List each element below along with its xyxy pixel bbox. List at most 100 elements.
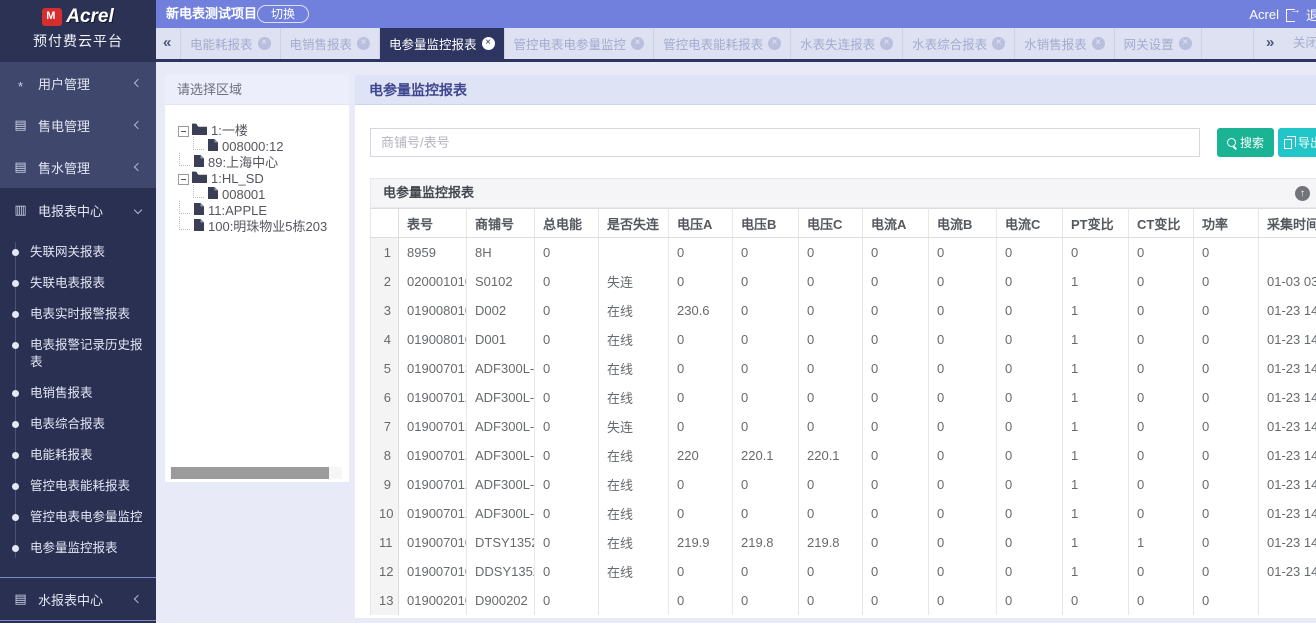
tab-close-icon[interactable]: × <box>258 37 271 50</box>
tree-collapse-expander-icon[interactable] <box>178 174 189 185</box>
table-cell: 230.6 <box>669 296 733 325</box>
sidebar-subitem[interactable]: 电参量监控报表 <box>0 533 156 564</box>
tab-item[interactable]: 电能耗报表× <box>180 28 281 59</box>
tree-node-label[interactable]: 008001 <box>222 187 265 203</box>
table-row[interactable]: 189598H0000000000 <box>371 238 1316 267</box>
tree-horizontal-scrollbar[interactable] <box>170 467 342 479</box>
table-cell: 0 <box>863 238 929 267</box>
sidebar-subitem[interactable]: 失联电表报表 <box>0 268 156 299</box>
close-all-tabs-button[interactable]: 关闭 <box>1293 28 1316 58</box>
table-cell: 0 <box>1129 557 1194 586</box>
table-cell: 01-23 14: <box>1259 499 1316 528</box>
table-cell: 0 <box>1129 383 1194 412</box>
report-table: 表号商铺号总电能是否失连电压A电压B电压C电流A电流B电流CPT变比CT变比功率… <box>370 208 1316 615</box>
table-row[interactable]: 12019007010DDSY13520在线00000010001-23 14: <box>371 557 1316 586</box>
table-cell: 1 <box>1063 296 1129 325</box>
search-button[interactable]: 搜索 <box>1217 128 1274 157</box>
tree-collapse-expander-icon[interactable] <box>178 126 189 137</box>
tree-node-label[interactable]: 1:HL_SD <box>211 171 264 187</box>
table-cell: 0 <box>997 586 1063 615</box>
table-row[interactable]: 3019008010D0020在线230.60000010001-23 14: <box>371 296 1316 325</box>
sidebar-item-electricity-sales[interactable]: ▤售电管理 <box>0 104 156 146</box>
tab-close-icon[interactable]: × <box>768 37 781 50</box>
tab-item[interactable]: 管控电表能耗报表× <box>654 28 791 59</box>
table-row[interactable]: 9019007012ADF300L-40在线00000010001-23 14: <box>371 470 1316 499</box>
scrollbar-thumb[interactable] <box>171 467 329 479</box>
tree-node-label[interactable]: 89:上海中心 <box>208 155 278 171</box>
tree-node-label[interactable]: 100:明珠物业5栋203 <box>208 219 327 235</box>
table-cell: 0 <box>863 267 929 296</box>
table-cell: 219.8 <box>799 528 863 557</box>
table-cell: D900202 <box>467 586 535 615</box>
sidebar-subitem[interactable]: 电销售报表 <box>0 378 156 409</box>
table-cell: 1 <box>1063 325 1129 354</box>
sidebar-subitem[interactable]: 管控电表能耗报表 <box>0 471 156 502</box>
logout-icon[interactable] <box>1286 9 1299 20</box>
scroll-tabs-left-icon[interactable]: « <box>163 28 171 58</box>
table-row[interactable]: 10019007012ADF300L-30在线00000010001-23 14… <box>371 499 1316 528</box>
sidebar-subitem[interactable]: 电表综合报表 <box>0 409 156 440</box>
table-cell: 0 <box>863 470 929 499</box>
collapse-panel-icon[interactable]: ↑ <box>1295 186 1310 201</box>
tab-close-icon[interactable]: × <box>880 37 893 50</box>
sidebar-subitem[interactable]: 电表实时报警报表 <box>0 299 156 330</box>
table-row[interactable]: 8019007012ADF300L-40在线220220.1220.100010… <box>371 441 1316 470</box>
logout-label[interactable]: 退出 <box>1306 5 1316 24</box>
username[interactable]: Acrel <box>1249 7 1279 22</box>
tab-item[interactable]: 水销售报表× <box>1015 28 1115 59</box>
tab-close-icon[interactable]: × <box>357 37 370 50</box>
table-cell: 0 <box>535 325 599 354</box>
tree-node-label[interactable]: 11:APPLE <box>208 203 267 219</box>
sidebar-subitem[interactable]: 电表报警记录历史报表 <box>0 330 156 378</box>
tab-close-icon[interactable]: × <box>631 37 644 50</box>
tree-node-leaf[interactable]: 008000:12 <box>178 139 349 155</box>
table-row[interactable]: 4019008010D0010在线00000010001-23 14: <box>371 325 1316 354</box>
table-row[interactable]: 2020001010S01020失连00000010001-03 03: <box>371 267 1316 296</box>
tree-node-leaf[interactable]: 89:上海中心 <box>178 155 349 171</box>
tab-item[interactable]: 水表综合报表× <box>903 28 1015 59</box>
tab-close-icon[interactable]: × <box>1179 37 1192 50</box>
tab-close-icon[interactable]: × <box>482 37 495 50</box>
table-cell: 0 <box>535 557 599 586</box>
switch-project-button[interactable]: 切换 <box>257 5 309 23</box>
tab-item[interactable]: 管控电表电参量监控× <box>505 28 655 59</box>
search-input[interactable] <box>370 128 1200 157</box>
tree-node-leaf[interactable]: 100:明珠物业5栋203 <box>178 219 349 235</box>
table-cell: 0 <box>929 470 997 499</box>
table-cell: S0102 <box>467 267 535 296</box>
tree-node-label[interactable]: 008000:12 <box>222 139 283 155</box>
tab-close-icon[interactable]: × <box>1092 37 1105 50</box>
table-cell: 01-23 14: <box>1259 470 1316 499</box>
tree-node-label[interactable]: 1:一楼 <box>211 123 248 139</box>
tab-item[interactable]: 电参量监控报表× <box>380 28 505 59</box>
table-row[interactable]: 13019002010D9002020000000000 <box>371 586 1316 615</box>
tab-item[interactable]: 网关设置 × <box>1115 28 1202 59</box>
sidebar-subitem[interactable]: 电能耗报表 <box>0 440 156 471</box>
sidebar-item-users[interactable]: *用户管理 <box>0 62 156 104</box>
table-row[interactable]: 6019007012ADF300L-40在线00000010001-23 14: <box>371 383 1316 412</box>
sidebar-item-water-sales[interactable]: ▤售水管理 <box>0 146 156 188</box>
tab-item[interactable]: 水表失连报表× <box>791 28 903 59</box>
table-cell: 0 <box>997 267 1063 296</box>
table-row[interactable]: 7019007012ADF300L-40失连00000010001-23 14: <box>371 412 1316 441</box>
tab-item[interactable]: 电销售报表× <box>281 28 381 59</box>
tab-close-icon[interactable]: × <box>992 37 1005 50</box>
table-row[interactable]: 11019007010DTSY13520在线219.9219.8219.8000… <box>371 528 1316 557</box>
table-cell: 失连 <box>599 267 669 296</box>
sidebar-subitem[interactable]: 管控电表电参量监控 <box>0 502 156 533</box>
table-cell <box>1259 586 1316 615</box>
column-header: 采集时间 <box>1259 209 1316 238</box>
export-button[interactable]: 导出 <box>1278 128 1316 157</box>
sidebar-subitem[interactable]: 失联网关报表 <box>0 237 156 268</box>
sidebar-item-water-report-center[interactable]: ▤水报表中心 <box>0 577 156 621</box>
tree-node-leaf[interactable]: 008001 <box>178 187 349 203</box>
chevron-down-icon <box>134 206 142 214</box>
report-panel-body: 搜索 导出 电参量监控报表 ↑ 表号商铺号总电能是否失连电压A电压B电压C电流A… <box>355 105 1316 617</box>
scroll-tabs-right-icon[interactable]: » <box>1266 28 1274 58</box>
tree-node-leaf[interactable]: 11:APPLE <box>178 203 349 219</box>
table-cell: 019007012 <box>399 441 467 470</box>
brand-area: Acrel 预付费云平台 <box>0 0 156 62</box>
table-row[interactable]: 5019007013ADF300L-40在线00000010001-23 14: <box>371 354 1316 383</box>
tab-label: 网关设置 <box>1124 34 1174 53</box>
sidebar-item-electric-report-center[interactable]: ▥电报表中心 <box>0 188 156 232</box>
